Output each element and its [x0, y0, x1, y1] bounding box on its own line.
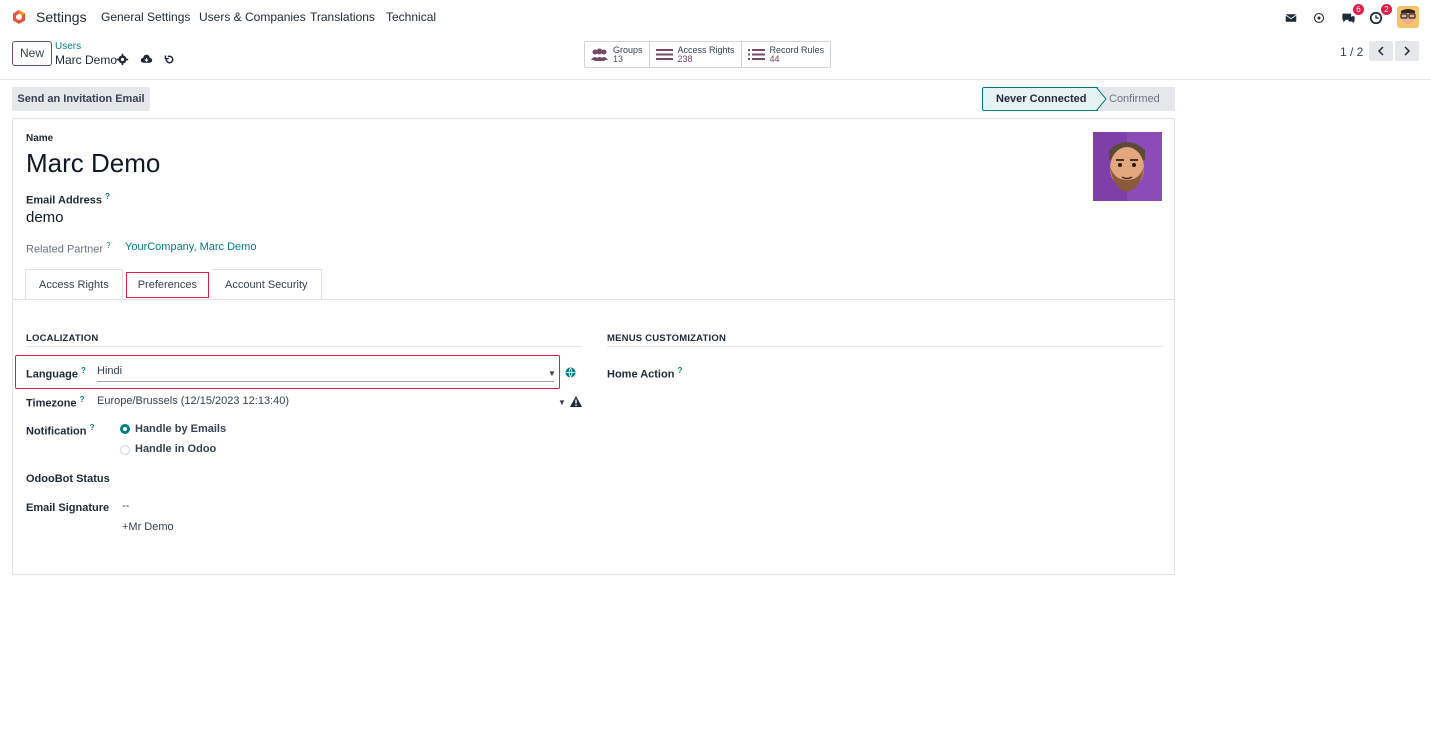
timezone-label-text: Timezone — [26, 397, 77, 410]
tab-preferences[interactable]: Preferences — [125, 272, 210, 298]
menus-divider — [607, 346, 1163, 347]
form-sheet: Name Marc Demo Email Address ? demo Rela… — [12, 118, 1175, 575]
radio-handle-by-emails[interactable] — [120, 424, 130, 434]
name-value[interactable]: Marc Demo — [26, 148, 160, 179]
help-icon[interactable]: ? — [81, 366, 86, 375]
partner-label-text: Related Partner — [26, 243, 104, 256]
partner-label: Related Partner ? — [26, 241, 111, 256]
gear-icon[interactable] — [116, 53, 129, 66]
chevron-right-icon — [1404, 46, 1411, 56]
email-value[interactable]: demo — [26, 209, 64, 226]
radio-handle-in-odoo[interactable] — [120, 445, 130, 455]
activity-clock-icon[interactable]: 2 — [1369, 4, 1392, 25]
warning-icon[interactable] — [570, 396, 582, 407]
help-icon[interactable]: ? — [678, 366, 683, 375]
timezone-select[interactable]: Europe/Brussels (12/15/2023 12:13:40) — [97, 395, 289, 407]
list-icon — [655, 49, 673, 60]
language-label: Language ? — [26, 366, 86, 381]
home-action-label: Home Action ? — [607, 366, 682, 381]
partner-link[interactable]: YourCompany, Marc Demo — [125, 241, 256, 253]
notebook-tabs: Access Rights Preferences Account Securi… — [25, 269, 322, 300]
control-panel: New Users Marc Demo Groups 13 Access Rig… — [0, 34, 1431, 80]
tab-access-rights[interactable]: Access Rights — [25, 269, 123, 300]
help-icon[interactable]: ? — [105, 192, 110, 201]
tabs-divider — [13, 299, 1174, 300]
email-signature-label: Email Signature — [26, 502, 110, 514]
status-bar: Confirmed Never Connected — [982, 87, 1175, 111]
smart-button-record-rules[interactable]: Record Rules 44 — [742, 42, 831, 67]
menu-users-companies[interactable]: Users & Companies — [199, 10, 306, 24]
smart-button-groups[interactable]: Groups 13 — [585, 42, 650, 67]
pager-next-button[interactable] — [1395, 41, 1419, 61]
messages-badge: 6 — [1353, 4, 1364, 15]
signature-line[interactable]: -- — [122, 500, 129, 512]
stage-arrow-icon — [1096, 87, 1107, 111]
caret-down-icon[interactable]: ▼ — [548, 369, 556, 378]
cloud-save-icon[interactable] — [140, 53, 153, 66]
pager-value[interactable]: 1 / 2 — [1340, 45, 1363, 59]
chevron-left-icon — [1377, 46, 1384, 56]
menu-translations[interactable]: Translations — [310, 10, 375, 24]
timezone-label: Timezone ? — [26, 395, 84, 410]
localization-divider — [26, 346, 582, 347]
odoobot-status-label: OdooBot Status — [26, 473, 110, 485]
top-navbar: Settings General Settings Users & Compan… — [0, 0, 1431, 34]
language-select[interactable]: Hindi — [97, 365, 554, 382]
notification-label-text: Notification — [26, 425, 87, 438]
users-icon — [591, 48, 608, 61]
whatsapp-icon[interactable] — [1313, 9, 1329, 25]
email-label: Email Address ? — [26, 192, 110, 207]
pager-previous-button[interactable] — [1369, 41, 1393, 61]
notification-label: Notification ? — [26, 423, 94, 438]
smart-button-access-rights[interactable]: Access Rights 238 — [650, 42, 742, 67]
menu-technical[interactable]: Technical — [386, 10, 436, 24]
list-icon — [747, 49, 765, 60]
breadcrumb-users[interactable]: Users — [55, 41, 81, 52]
mail-icon[interactable] — [1285, 9, 1301, 25]
option-handle-in-odoo[interactable]: Handle in Odoo — [135, 443, 216, 455]
localization-title: LOCALIZATION — [26, 333, 99, 344]
new-button[interactable]: New — [12, 41, 52, 66]
signature-line[interactable]: +Mr Demo — [122, 521, 174, 533]
smart-value: 238 — [677, 53, 693, 64]
systray: 6 2 — [1285, 4, 1419, 28]
activity-badge: 2 — [1381, 4, 1392, 15]
globe-icon[interactable] — [565, 367, 576, 378]
user-photo[interactable] — [1093, 132, 1162, 201]
language-value: Hindi — [97, 365, 123, 377]
home-action-label-text: Home Action — [607, 368, 675, 381]
help-icon[interactable]: ? — [106, 241, 110, 250]
help-icon[interactable]: ? — [80, 395, 85, 404]
discard-undo-icon[interactable] — [163, 53, 176, 66]
user-avatar[interactable] — [1397, 6, 1419, 28]
caret-down-icon[interactable]: ▼ — [558, 398, 566, 407]
smart-value: 44 — [769, 53, 780, 64]
breadcrumb-current: Marc Demo — [55, 53, 118, 67]
send-invitation-button[interactable]: Send an Invitation Email — [12, 87, 150, 111]
option-handle-by-emails[interactable]: Handle by Emails — [135, 423, 226, 435]
help-icon[interactable]: ? — [90, 423, 95, 432]
name-label: Name — [26, 133, 54, 144]
menus-customization-title: MENUS CUSTOMIZATION — [607, 333, 727, 344]
settings-app-icon[interactable] — [11, 9, 27, 25]
smart-buttons: Groups 13 Access Rights 238 Record Rules… — [584, 41, 832, 68]
smart-value: 13 — [613, 53, 624, 64]
messages-icon[interactable]: 6 — [1341, 4, 1364, 25]
tab-account-security[interactable]: Account Security — [212, 269, 322, 300]
menu-general-settings[interactable]: General Settings — [101, 10, 190, 24]
app-name[interactable]: Settings — [36, 9, 87, 25]
stage-never-connected[interactable]: Never Connected — [982, 87, 1098, 111]
language-label-text: Language — [26, 368, 78, 381]
email-label-text: Email Address — [26, 194, 103, 207]
